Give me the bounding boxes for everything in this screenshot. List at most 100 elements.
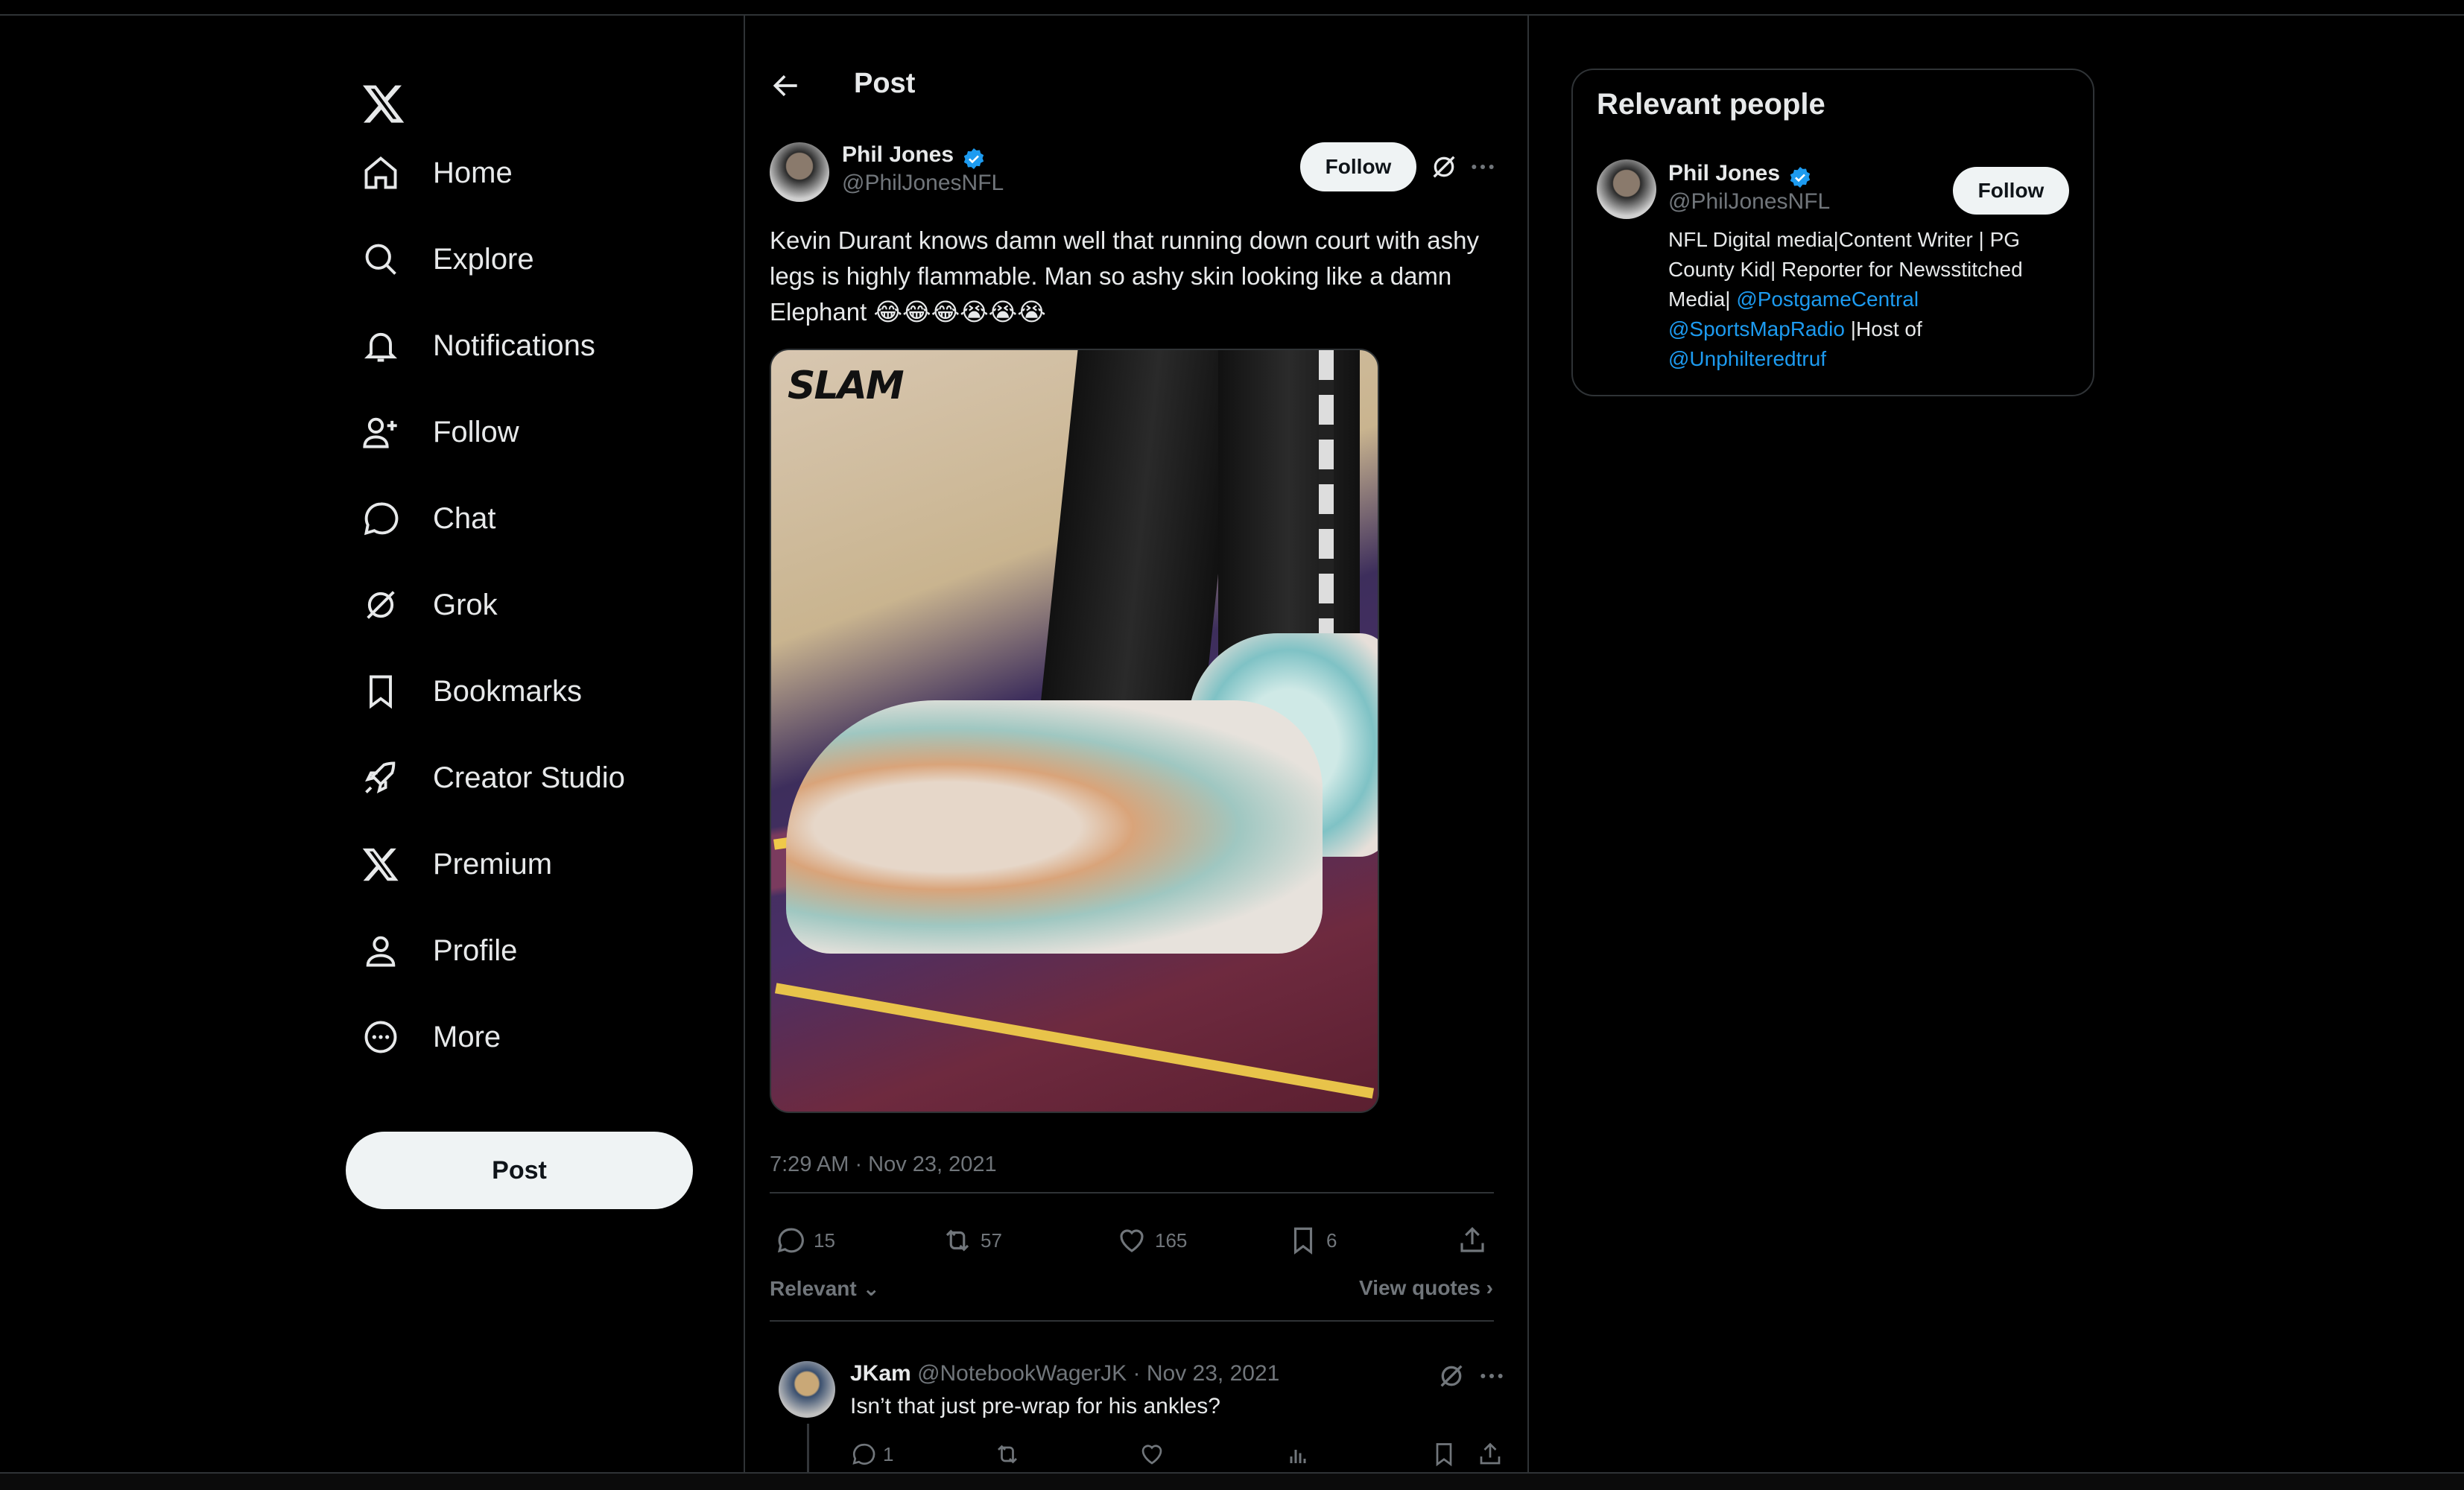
sort-dropdown[interactable]: Relevant ⌄: [770, 1276, 880, 1301]
nav-label: Explore: [433, 242, 534, 276]
search-icon: [365, 244, 396, 275]
author-name[interactable]: Phil Jones: [842, 142, 954, 167]
person-name[interactable]: Phil Jones: [1668, 161, 1780, 186]
author-info[interactable]: Phil Jones @PhilJonesNFL: [842, 142, 1004, 196]
bookmark-icon: [370, 675, 392, 709]
share-icon: [1460, 1227, 1484, 1252]
grok-icon[interactable]: [1429, 152, 1459, 182]
tweet-timestamp[interactable]: 7:29 AM · Nov 23, 2021: [770, 1153, 997, 1177]
nav-label: Premium: [433, 847, 553, 881]
grok-icon: [367, 591, 395, 619]
home-icon: [364, 156, 397, 189]
relevant-people-card: Relevant people Phil Jones @PhilJonesNFL…: [1571, 69, 2094, 396]
nav-label: Profile: [433, 933, 518, 967]
reply-share-button[interactable]: [1477, 1441, 1510, 1468]
main-column: Post Phil Jones @PhilJonesNFL Follow Kev…: [744, 16, 1529, 1472]
nav-home[interactable]: Home: [361, 147, 513, 199]
nav-label: Bookmarks: [433, 674, 583, 708]
reply-repost-button[interactable]: [994, 1441, 1027, 1468]
top-border: [0, 0, 2464, 16]
nav-creator-studio[interactable]: Creator Studio: [361, 752, 625, 804]
repost-icon: [998, 1445, 1017, 1464]
more-options-icon[interactable]: [1468, 152, 1498, 182]
divider: [770, 1192, 1494, 1193]
chat-bubble-icon: [364, 502, 399, 536]
nav-label: More: [433, 1020, 501, 1053]
person-bio: NFL Digital media|Content Writer | PG Co…: [1668, 225, 2077, 374]
more-circle-icon: [364, 1021, 397, 1053]
author-handle[interactable]: @PhilJonesNFL: [842, 171, 1004, 196]
mention-link[interactable]: @Unphilteredtruf: [1668, 347, 1826, 370]
person-handle[interactable]: @PhilJonesNFL: [1668, 189, 1830, 215]
bottom-border: [0, 1472, 2464, 1490]
bio-text: |Host of: [1844, 317, 1922, 340]
share-icon: [1480, 1442, 1501, 1465]
reply-bookmark-button[interactable]: [1431, 1441, 1463, 1468]
nav-premium[interactable]: Premium: [361, 838, 552, 890]
reply-views-button[interactable]: [1285, 1441, 1317, 1468]
repost-icon: [946, 1229, 969, 1252]
reply-text: Isn’t that just pre-wrap for his ankles?: [850, 1394, 1220, 1418]
post-button[interactable]: Post: [346, 1132, 693, 1209]
nav-explore[interactable]: Explore: [361, 233, 534, 285]
nav-more[interactable]: More: [361, 1011, 501, 1063]
sort-label: Relevant: [770, 1277, 857, 1300]
follow-button[interactable]: Follow: [1953, 167, 2069, 215]
bell-icon: [364, 332, 398, 362]
avatar[interactable]: [1597, 159, 1656, 219]
reply-icon: [777, 1228, 804, 1253]
reply-button[interactable]: 15: [775, 1225, 835, 1256]
view-quotes-label: View quotes: [1359, 1276, 1480, 1299]
person-icon: [366, 936, 396, 967]
chevron-right-icon: ›: [1486, 1276, 1493, 1299]
bookmark-count: 6: [1326, 1229, 1337, 1252]
back-arrow-icon[interactable]: [770, 69, 802, 102]
card-title: Relevant people: [1597, 88, 1825, 121]
nav-profile[interactable]: Profile: [361, 925, 517, 977]
nav-label: Follow: [433, 415, 519, 448]
repost-button[interactable]: 57: [942, 1225, 1002, 1256]
like-button[interactable]: 165: [1116, 1225, 1187, 1256]
reply-author-handle[interactable]: @NotebookWagerJK · Nov 23, 2021: [917, 1361, 1279, 1386]
bookmark-button[interactable]: 6: [1288, 1225, 1337, 1256]
nav-notifications[interactable]: Notifications: [361, 320, 595, 372]
mention-link[interactable]: @SportsMapRadio: [1668, 317, 1845, 340]
slam-logo: SLAM: [788, 364, 905, 408]
reply-avatar[interactable]: [779, 1361, 835, 1418]
add-person-icon: [363, 417, 397, 448]
heart-icon: [1141, 1445, 1162, 1465]
view-quotes-link[interactable]: View quotes ›: [1359, 1276, 1493, 1300]
mention-link[interactable]: @PostgameCentral: [1736, 288, 1919, 311]
nav-label: Notifications: [433, 329, 595, 362]
reply-reply-button[interactable]: 1: [850, 1441, 893, 1468]
verified-badge-icon: [963, 148, 984, 169]
chevron-down-icon: ⌄: [862, 1277, 880, 1300]
repost-count: 57: [981, 1229, 1002, 1252]
person-info[interactable]: Phil Jones @PhilJonesNFL: [1668, 161, 1830, 215]
follow-button[interactable]: Follow: [1300, 142, 1416, 191]
shoe-shape: [786, 700, 1323, 954]
nav-follow[interactable]: Follow: [361, 406, 519, 458]
divider: [770, 1320, 1494, 1322]
court-line: [774, 983, 1375, 1099]
nav-chat[interactable]: Chat: [361, 492, 496, 545]
nav-label: Creator Studio: [433, 761, 625, 794]
more-options-icon[interactable]: [1477, 1361, 1507, 1391]
nav-label: Chat: [433, 501, 496, 535]
reply-icon: [852, 1443, 875, 1465]
grok-icon[interactable]: [1437, 1361, 1466, 1391]
reply-like-button[interactable]: [1138, 1441, 1171, 1468]
avatar[interactable]: [770, 142, 829, 202]
page-title: Post: [854, 68, 916, 99]
sidebar: Home Explore Notifications Follow Chat G…: [0, 16, 744, 1472]
like-count: 165: [1155, 1229, 1188, 1252]
views-chart-icon: [1290, 1450, 1306, 1463]
share-button[interactable]: [1457, 1225, 1495, 1256]
x-logo-icon[interactable]: [361, 81, 406, 126]
tweet-image[interactable]: SLAM: [770, 349, 1379, 1113]
nav-grok[interactable]: Grok: [361, 579, 498, 631]
reply-author-name[interactable]: JKam: [850, 1361, 911, 1386]
nav-bookmarks[interactable]: Bookmarks: [361, 665, 582, 717]
bookmark-icon: [1293, 1227, 1313, 1255]
nav-label: Grok: [433, 588, 498, 621]
